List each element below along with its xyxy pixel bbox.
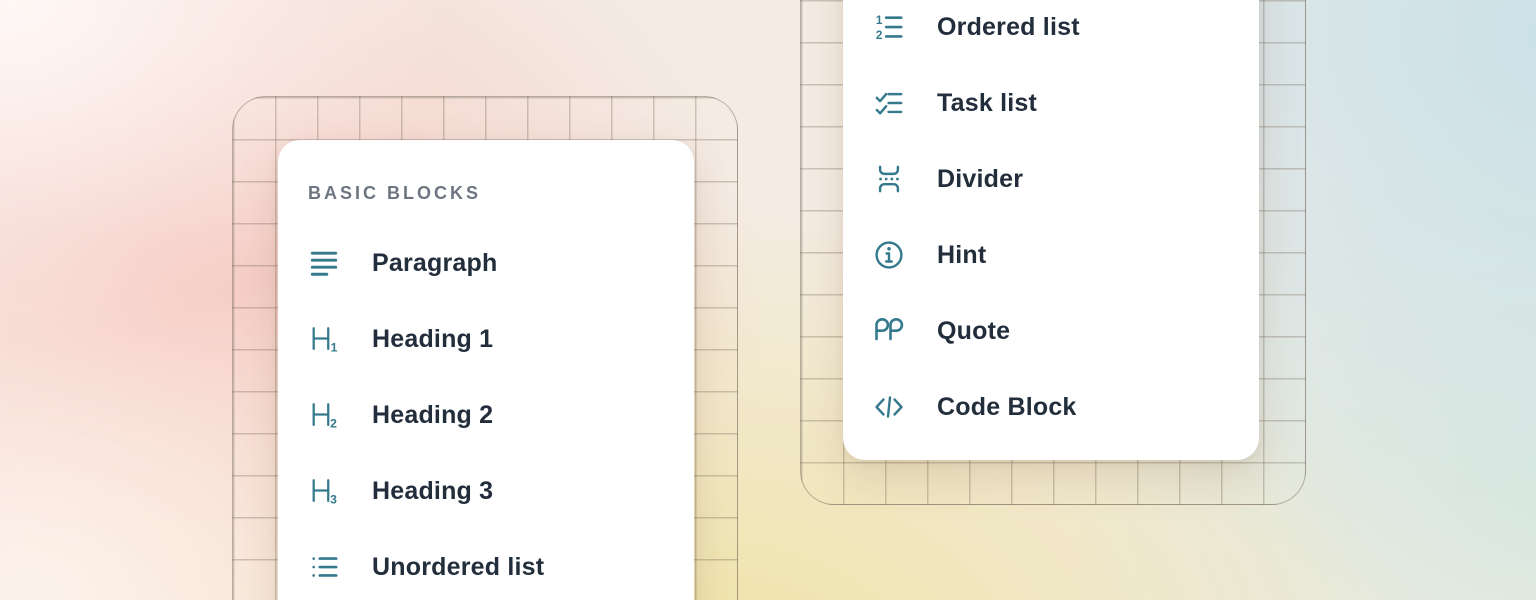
- task-list-icon: [873, 87, 905, 119]
- menu-item-hint[interactable]: Hint: [843, 217, 1259, 293]
- menu-item-divider[interactable]: Divider: [843, 141, 1259, 217]
- basic-blocks-menu-card: BASIC BLOCKS Paragraph 1 Heading 1: [278, 140, 694, 600]
- section-title-basic-blocks: BASIC BLOCKS: [308, 178, 694, 208]
- menu-item-label: Paragraph: [372, 249, 497, 278]
- svg-text:1: 1: [331, 341, 338, 354]
- svg-text:1: 1: [876, 14, 883, 27]
- divider-icon: [873, 163, 905, 195]
- heading-2-icon: 2: [308, 399, 340, 431]
- more-blocks-menu-card: 1 2 Ordered list Task list: [843, 0, 1259, 460]
- menu-item-label: Ordered list: [937, 13, 1080, 42]
- paragraph-icon: [308, 247, 340, 279]
- svg-text:3: 3: [330, 493, 337, 506]
- menu-item-heading-2[interactable]: 2 Heading 2: [278, 377, 694, 453]
- menu-item-ordered-list[interactable]: 1 2 Ordered list: [843, 0, 1259, 65]
- menu-item-code-block[interactable]: Code Block: [843, 369, 1259, 445]
- menu-item-label: Heading 1: [372, 325, 493, 354]
- menu-item-heading-3[interactable]: 3 Heading 3: [278, 453, 694, 529]
- menu-item-task-list[interactable]: Task list: [843, 65, 1259, 141]
- menu-item-label: Heading 2: [372, 401, 493, 430]
- ordered-list-icon: 1 2: [873, 11, 905, 43]
- menu-item-label: Task list: [937, 89, 1037, 118]
- svg-text:2: 2: [876, 29, 883, 42]
- menu-item-label: Code Block: [937, 393, 1077, 422]
- heading-1-icon: 1: [308, 323, 340, 355]
- quote-icon: [873, 315, 905, 347]
- menu-item-label: Divider: [937, 165, 1023, 194]
- more-blocks-item-list: 1 2 Ordered list Task list: [843, 0, 1259, 445]
- code-block-icon: [873, 391, 905, 423]
- menu-item-quote[interactable]: Quote: [843, 293, 1259, 369]
- menu-item-label: Unordered list: [372, 553, 544, 582]
- menu-item-heading-1[interactable]: 1 Heading 1: [278, 301, 694, 377]
- svg-text:2: 2: [330, 417, 337, 430]
- menu-item-label: Hint: [937, 241, 986, 270]
- heading-3-icon: 3: [308, 475, 340, 507]
- menu-item-unordered-list[interactable]: Unordered list: [278, 529, 694, 600]
- editor-menu-illustration: BASIC BLOCKS Paragraph 1 Heading 1: [0, 0, 1536, 600]
- basic-blocks-item-list: Paragraph 1 Heading 1 2: [278, 225, 694, 600]
- menu-item-label: Quote: [937, 317, 1010, 346]
- hint-icon: [873, 239, 905, 271]
- menu-item-label: Heading 3: [372, 477, 493, 506]
- unordered-list-icon: [308, 551, 340, 583]
- menu-item-paragraph[interactable]: Paragraph: [278, 225, 694, 301]
